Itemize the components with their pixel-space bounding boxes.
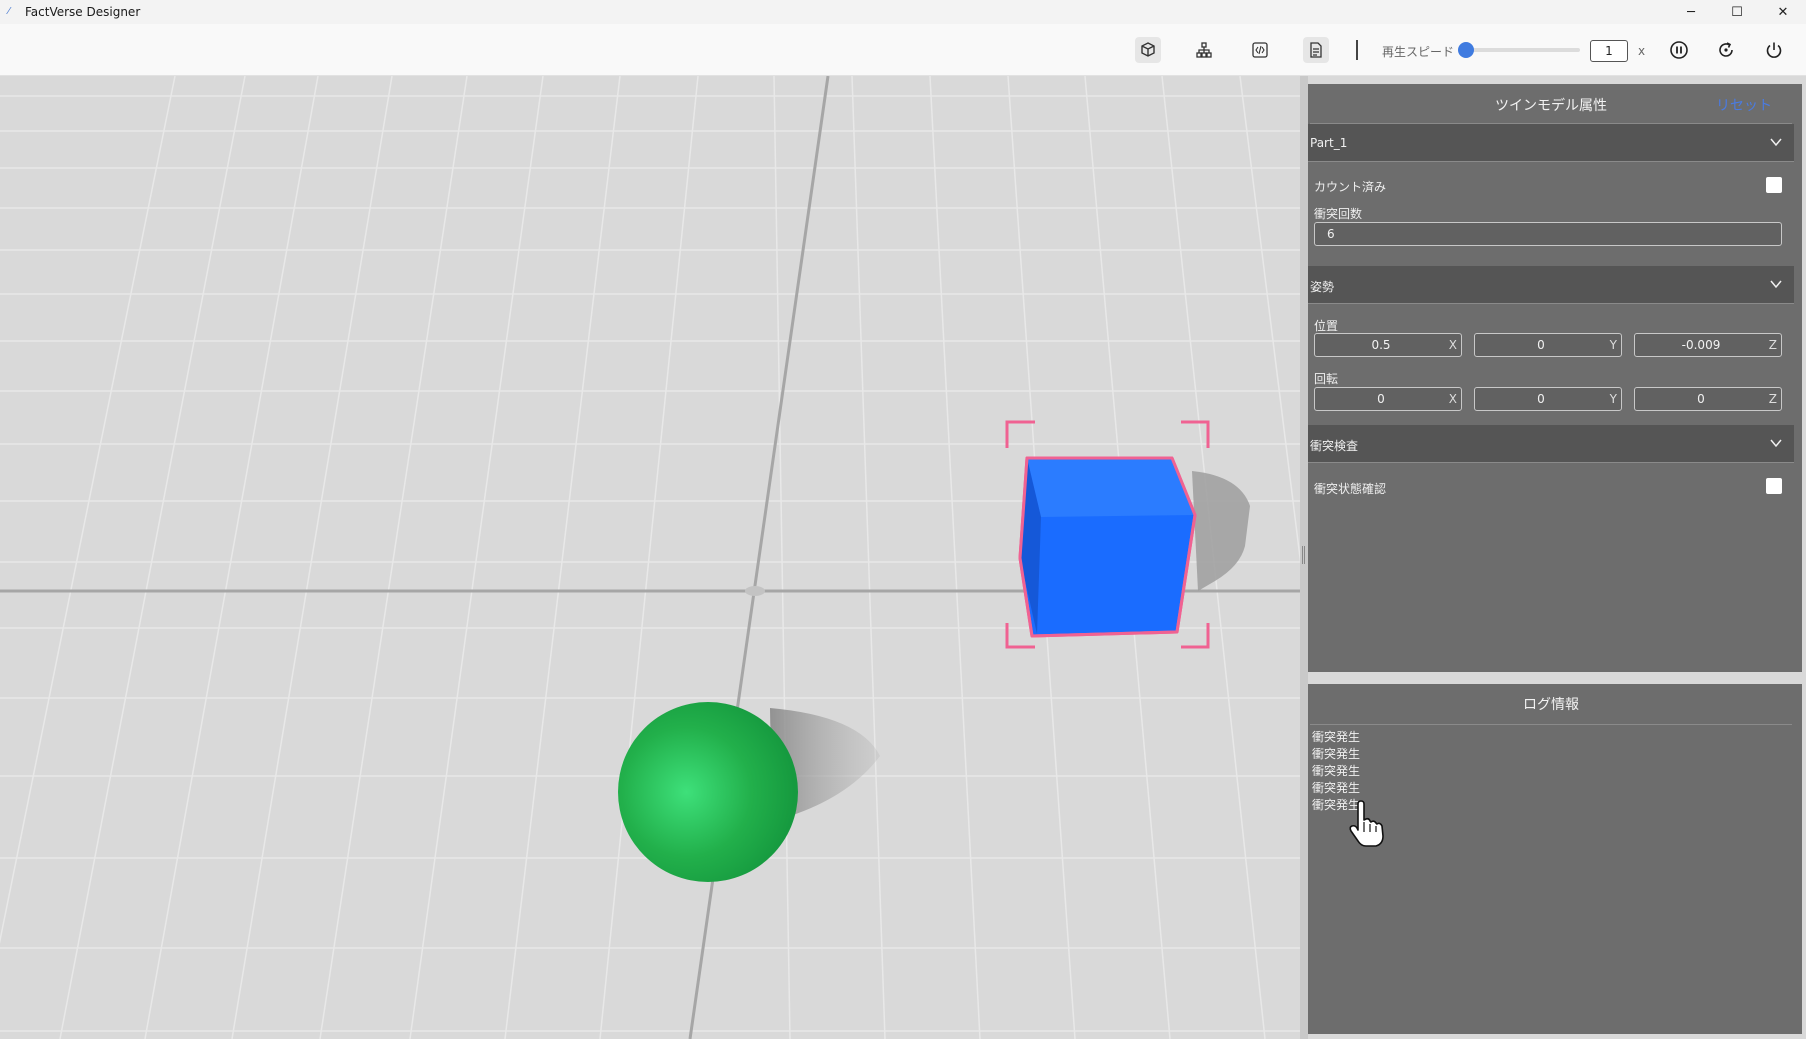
- collision-section-label: 衝突検査: [1310, 439, 1359, 453]
- log-line: 衝突発生: [1312, 764, 1361, 778]
- speed-input[interactable]: 1: [1590, 40, 1628, 62]
- collision-check-label: 衝突状態確認: [1314, 482, 1387, 496]
- collision-count-label: 衝突回数: [1314, 207, 1363, 221]
- rotation-y-axis: Y: [1609, 392, 1617, 406]
- position-z-axis: Z: [1768, 338, 1777, 352]
- position-x-value: 0.5: [1371, 338, 1391, 352]
- reset-link[interactable]: リセット: [1716, 95, 1772, 115]
- counted-checkbox[interactable]: [1766, 177, 1782, 193]
- collision-check-checkbox[interactable]: [1766, 478, 1782, 494]
- title-bar: ⁄ FactVerse Designer ─ ☐ ✕: [0, 0, 1806, 24]
- maximize-button[interactable]: ☐: [1714, 0, 1760, 24]
- window-title: FactVerse Designer: [25, 5, 141, 19]
- log-header: ログ情報: [1310, 684, 1792, 725]
- rotation-z-field[interactable]: 0 Z: [1634, 387, 1782, 411]
- log-title: ログ情報: [1523, 697, 1579, 713]
- cube-view-icon[interactable]: [1135, 37, 1161, 63]
- part-section-label: Part_1: [1310, 136, 1348, 150]
- rotation-y-value: 0: [1537, 392, 1545, 406]
- panel-splitter[interactable]: [1300, 76, 1308, 1039]
- chevron-down-icon: [1770, 138, 1782, 147]
- toolbar: 再生スピード 1 x: [0, 24, 1806, 76]
- part-section-header[interactable]: Part_1: [1308, 124, 1794, 162]
- counted-label: カウント済み: [1314, 180, 1387, 194]
- document-icon[interactable]: [1303, 37, 1329, 63]
- part-section-body: カウント済み 衝突回数 6: [1308, 162, 1802, 266]
- green-sphere[interactable]: [618, 702, 798, 882]
- pose-section-label: 姿勢: [1310, 280, 1335, 294]
- scene-canvas[interactable]: [0, 76, 1300, 1039]
- rotation-x-field[interactable]: 0 X: [1314, 387, 1462, 411]
- rotation-z-value: 0: [1697, 392, 1705, 406]
- pose-section-body: 位置 0.5 X 0 Y -0.009 Z 回転 0 X 0 Y 0 Z: [1308, 304, 1802, 425]
- position-y-value: 0: [1537, 338, 1545, 352]
- speed-slider-thumb[interactable]: [1458, 42, 1474, 58]
- chevron-down-icon: [1770, 439, 1782, 448]
- collision-section-body: 衝突状態確認: [1308, 463, 1802, 523]
- pose-section-header[interactable]: 姿勢: [1308, 266, 1794, 304]
- hand-cursor-icon: [1349, 800, 1384, 847]
- log-panel: ログ情報 衝突発生 衝突発生 衝突発生 衝突発生 衝突発生: [1308, 684, 1802, 1034]
- window-controls: ─ ☐ ✕: [1668, 0, 1806, 24]
- code-icon[interactable]: [1247, 37, 1273, 63]
- position-x-field[interactable]: 0.5 X: [1314, 333, 1462, 357]
- hierarchy-icon[interactable]: [1191, 37, 1217, 63]
- minimize-button[interactable]: ─: [1668, 0, 1714, 24]
- properties-panel: ツインモデル属性 リセット Part_1 カウント済み 衝突回数 6 姿勢 位置…: [1308, 84, 1802, 672]
- collision-count-field[interactable]: 6: [1314, 222, 1782, 246]
- position-y-axis: Y: [1609, 338, 1617, 352]
- properties-header: ツインモデル属性 リセット: [1310, 84, 1792, 124]
- splitter-grip[interactable]: [1302, 546, 1305, 564]
- log-line: 衝突発生: [1312, 747, 1361, 761]
- factverse-logo-icon: ⁄: [8, 6, 10, 17]
- rotation-x-axis: X: [1448, 392, 1457, 406]
- speed-label: 再生スピード: [1382, 45, 1455, 59]
- chevron-down-icon: [1770, 280, 1782, 289]
- position-z-value: -0.009: [1681, 338, 1721, 352]
- grid-marker: [745, 586, 765, 596]
- rotation-z-axis: Z: [1768, 392, 1777, 406]
- position-label: 位置: [1314, 319, 1339, 333]
- power-icon[interactable]: [1761, 37, 1787, 63]
- rotation-label: 回転: [1314, 372, 1339, 386]
- toolbar-separator: [1356, 40, 1358, 60]
- speed-slider[interactable]: [1458, 42, 1580, 58]
- pause-icon[interactable]: [1666, 37, 1692, 63]
- rotation-y-field[interactable]: 0 Y: [1474, 387, 1622, 411]
- position-z-field[interactable]: -0.009 Z: [1634, 333, 1782, 357]
- position-y-field[interactable]: 0 Y: [1474, 333, 1622, 357]
- rotation-x-value: 0: [1377, 392, 1385, 406]
- blue-cube[interactable]: [1018, 456, 1197, 638]
- close-button[interactable]: ✕: [1760, 0, 1806, 24]
- log-line: 衝突発生: [1312, 730, 1361, 744]
- log-line: 衝突発生: [1312, 781, 1361, 795]
- reset-icon[interactable]: [1713, 37, 1739, 63]
- 3d-viewport[interactable]: [0, 76, 1300, 1039]
- collision-section-header[interactable]: 衝突検査: [1308, 425, 1794, 463]
- position-x-axis: X: [1448, 338, 1457, 352]
- speed-unit: x: [1638, 44, 1646, 58]
